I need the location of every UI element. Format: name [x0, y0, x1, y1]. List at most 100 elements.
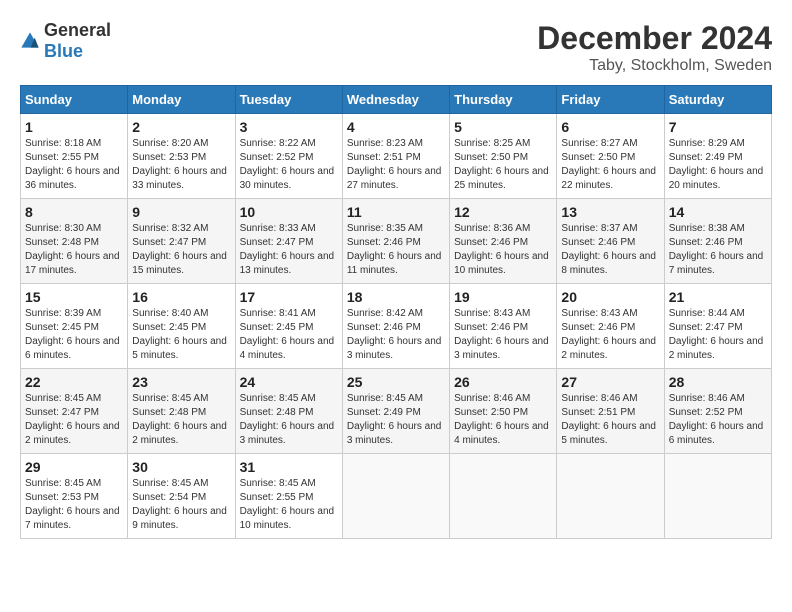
day-number: 22: [25, 374, 123, 390]
day-info: Sunrise: 8:43 AMSunset: 2:46 PMDaylight:…: [454, 308, 549, 361]
day-info: Sunrise: 8:20 AMSunset: 2:53 PMDaylight:…: [132, 138, 227, 191]
day-info: Sunrise: 8:45 AMSunset: 2:53 PMDaylight:…: [25, 478, 120, 531]
header-cell-saturday: Saturday: [664, 86, 771, 114]
day-cell: 29 Sunrise: 8:45 AMSunset: 2:53 PMDaylig…: [21, 454, 128, 539]
day-cell: 11 Sunrise: 8:35 AMSunset: 2:46 PMDaylig…: [342, 199, 449, 284]
day-info: Sunrise: 8:36 AMSunset: 2:46 PMDaylight:…: [454, 223, 549, 276]
week-row-4: 22 Sunrise: 8:45 AMSunset: 2:47 PMDaylig…: [21, 369, 772, 454]
day-cell: 8 Sunrise: 8:30 AMSunset: 2:48 PMDayligh…: [21, 199, 128, 284]
day-cell: 6 Sunrise: 8:27 AMSunset: 2:50 PMDayligh…: [557, 114, 664, 199]
day-cell: [557, 454, 664, 539]
day-cell: 25 Sunrise: 8:45 AMSunset: 2:49 PMDaylig…: [342, 369, 449, 454]
calendar-table: SundayMondayTuesdayWednesdayThursdayFrid…: [20, 85, 772, 539]
day-info: Sunrise: 8:45 AMSunset: 2:48 PMDaylight:…: [132, 393, 227, 446]
day-cell: 28 Sunrise: 8:46 AMSunset: 2:52 PMDaylig…: [664, 369, 771, 454]
day-number: 14: [669, 204, 767, 220]
day-info: Sunrise: 8:44 AMSunset: 2:47 PMDaylight:…: [669, 308, 764, 361]
day-cell: 19 Sunrise: 8:43 AMSunset: 2:46 PMDaylig…: [450, 284, 557, 369]
day-cell: 10 Sunrise: 8:33 AMSunset: 2:47 PMDaylig…: [235, 199, 342, 284]
day-cell: [664, 454, 771, 539]
day-number: 8: [25, 204, 123, 220]
day-number: 1: [25, 119, 123, 135]
day-info: Sunrise: 8:29 AMSunset: 2:49 PMDaylight:…: [669, 138, 764, 191]
day-cell: 2 Sunrise: 8:20 AMSunset: 2:53 PMDayligh…: [128, 114, 235, 199]
header-cell-friday: Friday: [557, 86, 664, 114]
day-number: 4: [347, 119, 445, 135]
title-block: December 2024 Taby, Stockholm, Sweden: [537, 20, 772, 75]
day-cell: 15 Sunrise: 8:39 AMSunset: 2:45 PMDaylig…: [21, 284, 128, 369]
header-cell-tuesday: Tuesday: [235, 86, 342, 114]
page-header: General Blue December 2024 Taby, Stockho…: [20, 20, 772, 75]
day-number: 20: [561, 289, 659, 305]
day-info: Sunrise: 8:45 AMSunset: 2:48 PMDaylight:…: [240, 393, 335, 446]
day-cell: 16 Sunrise: 8:40 AMSunset: 2:45 PMDaylig…: [128, 284, 235, 369]
day-number: 19: [454, 289, 552, 305]
day-number: 21: [669, 289, 767, 305]
day-cell: 31 Sunrise: 8:45 AMSunset: 2:55 PMDaylig…: [235, 454, 342, 539]
day-number: 16: [132, 289, 230, 305]
day-info: Sunrise: 8:43 AMSunset: 2:46 PMDaylight:…: [561, 308, 656, 361]
day-info: Sunrise: 8:38 AMSunset: 2:46 PMDaylight:…: [669, 223, 764, 276]
day-cell: 21 Sunrise: 8:44 AMSunset: 2:47 PMDaylig…: [664, 284, 771, 369]
logo: General Blue: [20, 20, 111, 62]
day-cell: 24 Sunrise: 8:45 AMSunset: 2:48 PMDaylig…: [235, 369, 342, 454]
header-row: SundayMondayTuesdayWednesdayThursdayFrid…: [21, 86, 772, 114]
day-cell: 27 Sunrise: 8:46 AMSunset: 2:51 PMDaylig…: [557, 369, 664, 454]
day-number: 18: [347, 289, 445, 305]
day-info: Sunrise: 8:46 AMSunset: 2:51 PMDaylight:…: [561, 393, 656, 446]
week-row-1: 1 Sunrise: 8:18 AMSunset: 2:55 PMDayligh…: [21, 114, 772, 199]
day-number: 2: [132, 119, 230, 135]
logo-general: General: [44, 20, 111, 40]
day-number: 24: [240, 374, 338, 390]
day-info: Sunrise: 8:25 AMSunset: 2:50 PMDaylight:…: [454, 138, 549, 191]
day-number: 15: [25, 289, 123, 305]
day-number: 9: [132, 204, 230, 220]
day-cell: 4 Sunrise: 8:23 AMSunset: 2:51 PMDayligh…: [342, 114, 449, 199]
day-number: 12: [454, 204, 552, 220]
logo-blue: Blue: [44, 41, 83, 61]
day-number: 7: [669, 119, 767, 135]
day-number: 23: [132, 374, 230, 390]
day-info: Sunrise: 8:45 AMSunset: 2:54 PMDaylight:…: [132, 478, 227, 531]
header-cell-monday: Monday: [128, 86, 235, 114]
week-row-5: 29 Sunrise: 8:45 AMSunset: 2:53 PMDaylig…: [21, 454, 772, 539]
subtitle: Taby, Stockholm, Sweden: [537, 57, 772, 75]
day-info: Sunrise: 8:45 AMSunset: 2:47 PMDaylight:…: [25, 393, 120, 446]
day-cell: 17 Sunrise: 8:41 AMSunset: 2:45 PMDaylig…: [235, 284, 342, 369]
main-title: December 2024: [537, 20, 772, 57]
day-info: Sunrise: 8:27 AMSunset: 2:50 PMDaylight:…: [561, 138, 656, 191]
day-cell: 13 Sunrise: 8:37 AMSunset: 2:46 PMDaylig…: [557, 199, 664, 284]
day-number: 31: [240, 459, 338, 475]
day-info: Sunrise: 8:35 AMSunset: 2:46 PMDaylight:…: [347, 223, 442, 276]
day-info: Sunrise: 8:37 AMSunset: 2:46 PMDaylight:…: [561, 223, 656, 276]
day-cell: 3 Sunrise: 8:22 AMSunset: 2:52 PMDayligh…: [235, 114, 342, 199]
week-row-2: 8 Sunrise: 8:30 AMSunset: 2:48 PMDayligh…: [21, 199, 772, 284]
day-number: 3: [240, 119, 338, 135]
day-cell: 12 Sunrise: 8:36 AMSunset: 2:46 PMDaylig…: [450, 199, 557, 284]
logo-icon: [20, 31, 40, 51]
day-cell: [342, 454, 449, 539]
day-cell: 1 Sunrise: 8:18 AMSunset: 2:55 PMDayligh…: [21, 114, 128, 199]
day-info: Sunrise: 8:18 AMSunset: 2:55 PMDaylight:…: [25, 138, 120, 191]
day-number: 28: [669, 374, 767, 390]
day-info: Sunrise: 8:40 AMSunset: 2:45 PMDaylight:…: [132, 308, 227, 361]
day-cell: 9 Sunrise: 8:32 AMSunset: 2:47 PMDayligh…: [128, 199, 235, 284]
day-number: 13: [561, 204, 659, 220]
day-info: Sunrise: 8:39 AMSunset: 2:45 PMDaylight:…: [25, 308, 120, 361]
day-info: Sunrise: 8:41 AMSunset: 2:45 PMDaylight:…: [240, 308, 335, 361]
day-number: 25: [347, 374, 445, 390]
header-cell-sunday: Sunday: [21, 86, 128, 114]
day-info: Sunrise: 8:33 AMSunset: 2:47 PMDaylight:…: [240, 223, 335, 276]
day-info: Sunrise: 8:32 AMSunset: 2:47 PMDaylight:…: [132, 223, 227, 276]
day-number: 27: [561, 374, 659, 390]
header-cell-thursday: Thursday: [450, 86, 557, 114]
day-number: 26: [454, 374, 552, 390]
day-info: Sunrise: 8:45 AMSunset: 2:49 PMDaylight:…: [347, 393, 442, 446]
day-number: 29: [25, 459, 123, 475]
day-number: 5: [454, 119, 552, 135]
day-info: Sunrise: 8:22 AMSunset: 2:52 PMDaylight:…: [240, 138, 335, 191]
day-info: Sunrise: 8:45 AMSunset: 2:55 PMDaylight:…: [240, 478, 335, 531]
day-info: Sunrise: 8:23 AMSunset: 2:51 PMDaylight:…: [347, 138, 442, 191]
day-cell: 5 Sunrise: 8:25 AMSunset: 2:50 PMDayligh…: [450, 114, 557, 199]
day-info: Sunrise: 8:30 AMSunset: 2:48 PMDaylight:…: [25, 223, 120, 276]
